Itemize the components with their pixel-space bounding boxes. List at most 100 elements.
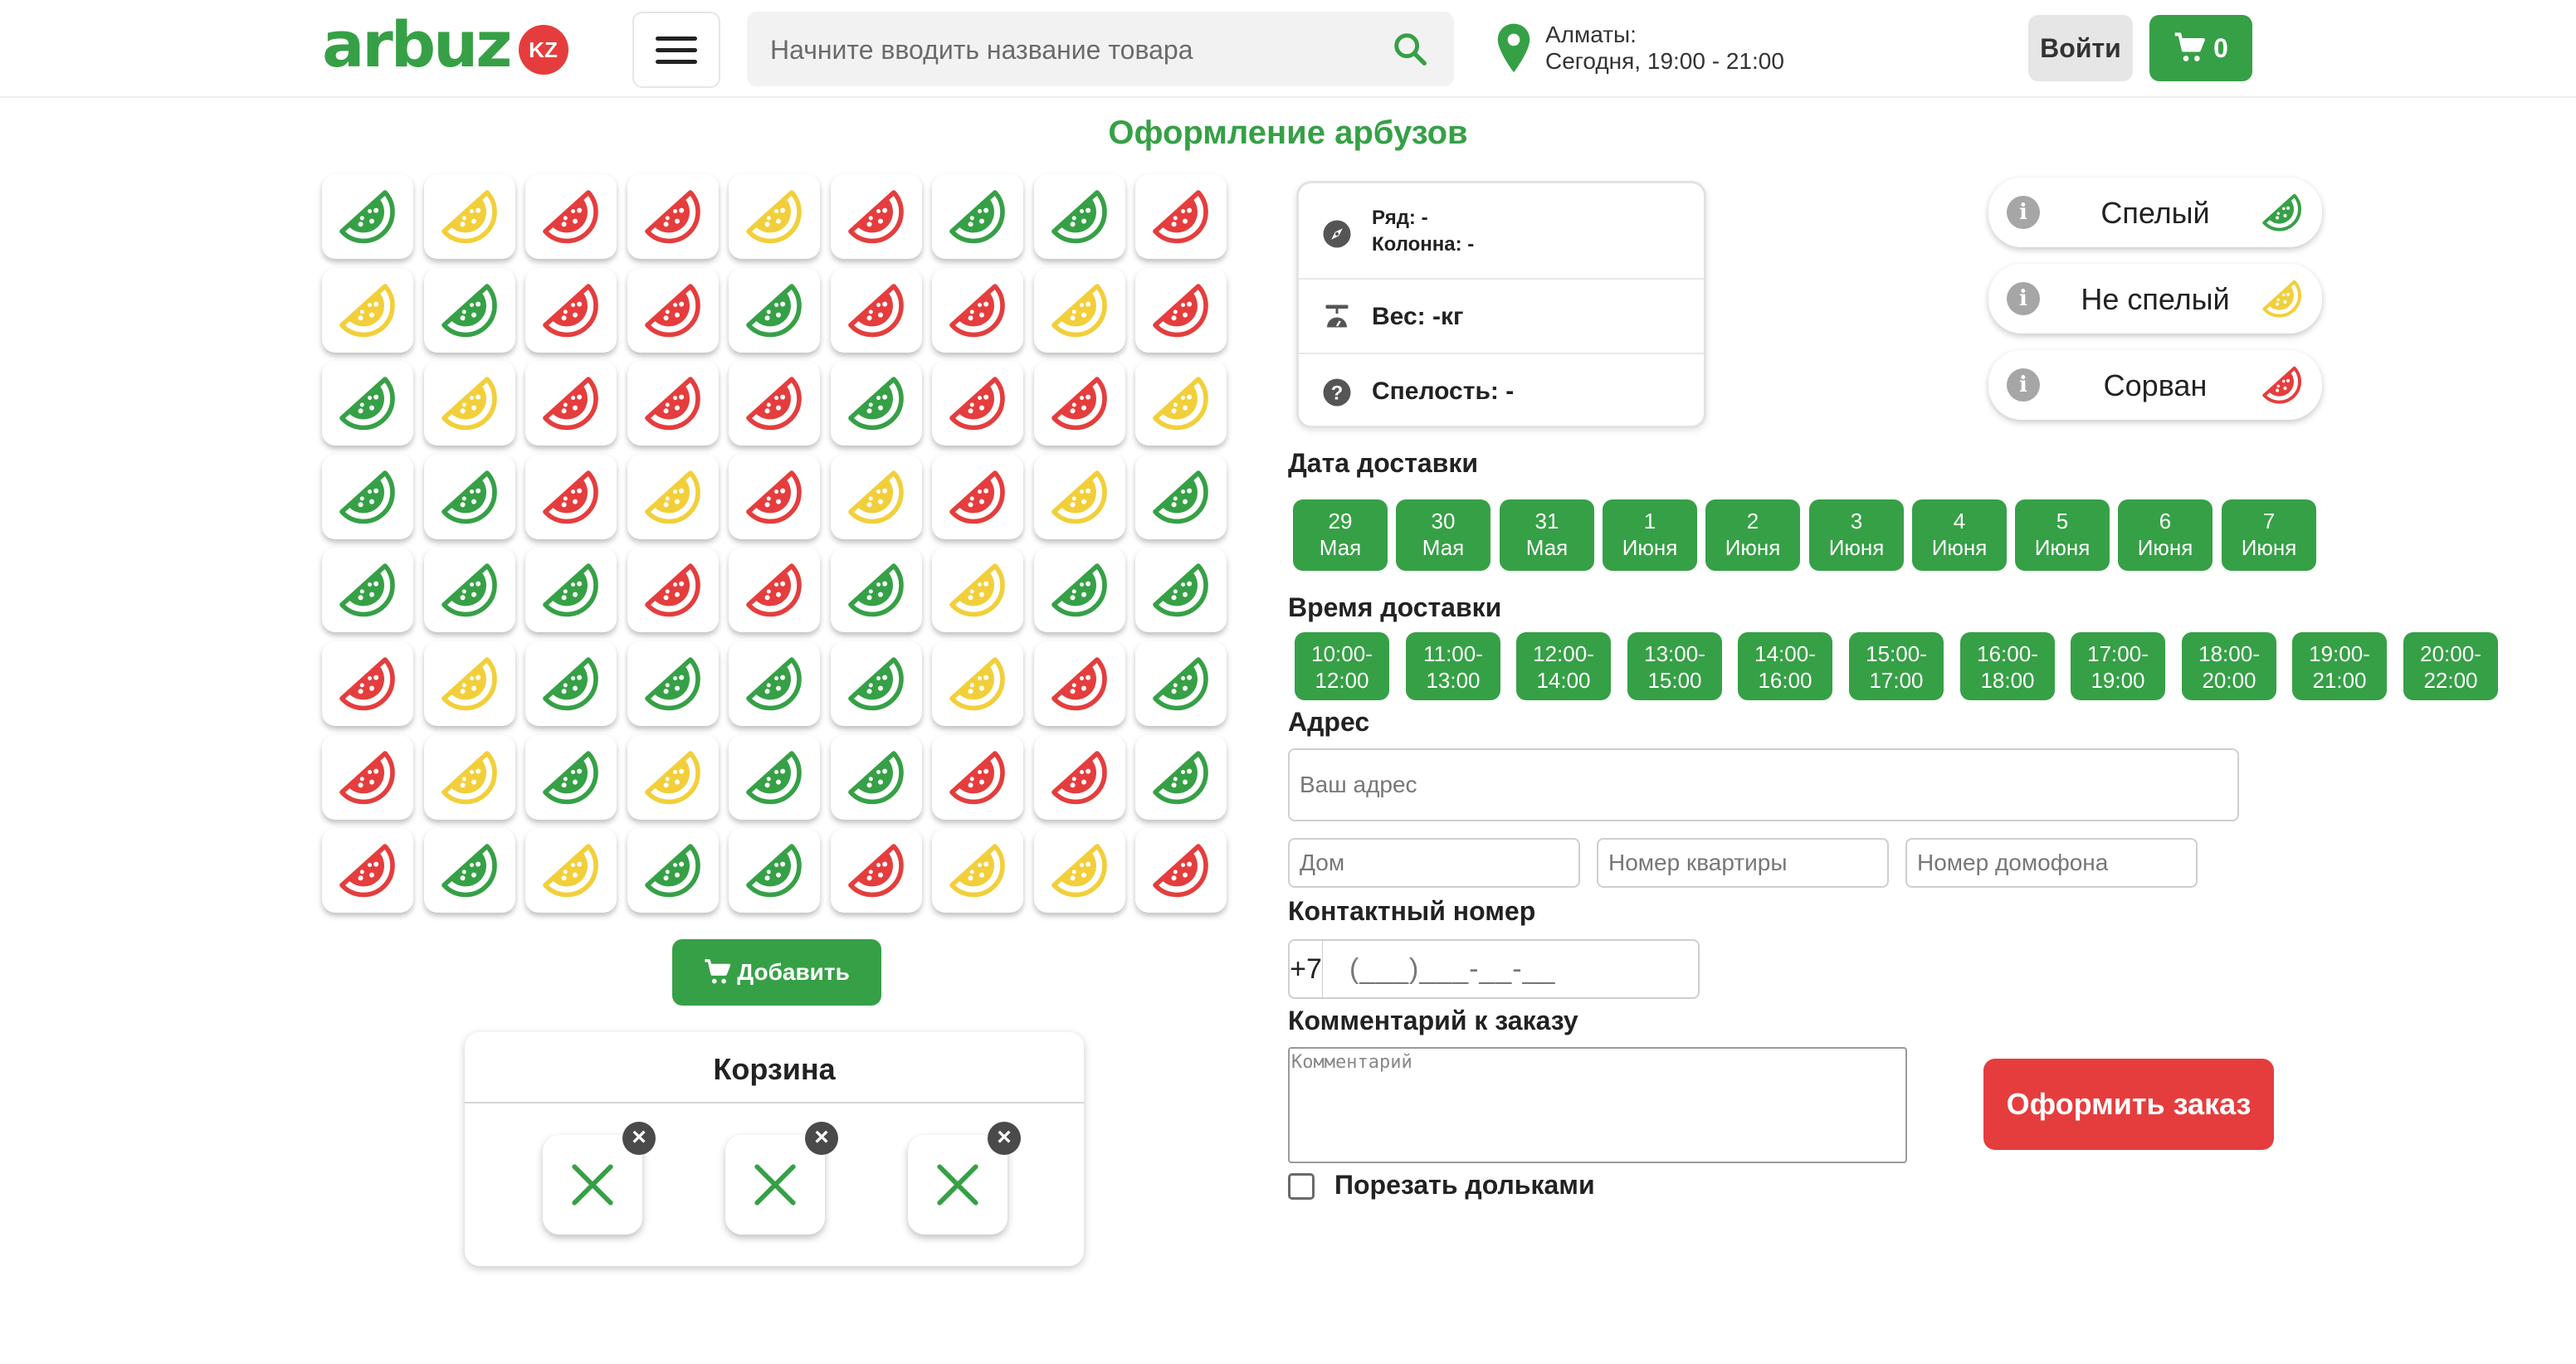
cart-button[interactable]: 0 [2149, 15, 2252, 81]
melon-cell[interactable] [322, 828, 413, 913]
delivery-date-chip[interactable]: 29 Мая [1293, 499, 1388, 571]
melon-cell[interactable] [627, 361, 719, 446]
melon-cell[interactable] [1135, 361, 1227, 446]
delivery-time-chip[interactable]: 10:00- 12:00 [1295, 632, 1389, 700]
delivery-date-chip[interactable]: 7 Июня [2222, 499, 2316, 571]
order-comment-textarea[interactable]: Комментарий [1288, 1047, 1907, 1163]
melon-cell[interactable] [1034, 174, 1125, 259]
delivery-date-chip[interactable]: 3 Июня [1809, 499, 1904, 571]
delivery-time-chip[interactable]: 16:00- 18:00 [1960, 632, 2055, 700]
melon-cell[interactable] [831, 174, 922, 259]
melon-cell[interactable] [424, 548, 515, 632]
remove-slot-icon[interactable]: × [622, 1122, 656, 1155]
place-order-button[interactable]: Оформить заказ [1983, 1059, 2274, 1150]
melon-cell[interactable] [627, 735, 719, 820]
melon-cell[interactable] [424, 361, 515, 446]
melon-cell[interactable] [831, 455, 922, 539]
cut-slices-label[interactable]: Порезать дольками [1334, 1170, 1595, 1201]
melon-cell[interactable] [1135, 455, 1227, 539]
info-icon[interactable]: i [2007, 368, 2040, 402]
intercom-input[interactable]: Номер домофона [1905, 838, 2198, 888]
melon-cell[interactable] [729, 455, 820, 539]
location-city[interactable]: Алматы: [1545, 22, 1637, 48]
melon-cell[interactable] [932, 361, 1023, 446]
melon-cell[interactable] [1034, 641, 1125, 726]
melon-cell[interactable] [322, 361, 413, 446]
remove-slot-icon[interactable]: × [988, 1122, 1021, 1155]
delivery-time-chip[interactable]: 18:00- 20:00 [2182, 632, 2276, 700]
melon-cell[interactable] [932, 174, 1023, 259]
apartment-input[interactable]: Номер квартиры [1597, 838, 1889, 888]
melon-cell[interactable] [424, 828, 515, 913]
melon-cell[interactable] [322, 268, 413, 353]
melon-cell[interactable] [627, 641, 719, 726]
info-icon[interactable]: i [2007, 196, 2040, 229]
melon-cell[interactable] [322, 548, 413, 632]
melon-cell[interactable] [627, 828, 719, 913]
location-pin-icon[interactable] [1495, 22, 1532, 75]
info-icon[interactable]: i [2007, 282, 2040, 315]
melon-cell[interactable] [322, 735, 413, 820]
melon-cell[interactable] [932, 641, 1023, 726]
melon-cell[interactable] [831, 828, 922, 913]
melon-cell[interactable] [1135, 828, 1227, 913]
melon-cell[interactable] [932, 455, 1023, 539]
delivery-date-chip[interactable]: 2 Июня [1705, 499, 1800, 571]
melon-cell[interactable] [831, 361, 922, 446]
melon-cell[interactable] [424, 455, 515, 539]
search-input[interactable]: Начните вводить название товара [747, 12, 1454, 86]
melon-cell[interactable] [627, 455, 719, 539]
melon-cell[interactable] [729, 828, 820, 913]
delivery-time-chip[interactable]: 12:00- 14:00 [1516, 632, 1611, 700]
hamburger-menu-button[interactable] [632, 12, 720, 88]
melon-cell[interactable] [627, 174, 719, 259]
melon-cell[interactable] [831, 641, 922, 726]
melon-cell[interactable] [729, 548, 820, 632]
melon-cell[interactable] [627, 548, 719, 632]
melon-cell[interactable] [525, 174, 617, 259]
melon-cell[interactable] [932, 828, 1023, 913]
basket-empty-slot[interactable]: × [725, 1122, 838, 1235]
melon-cell[interactable] [729, 268, 820, 353]
melon-cell[interactable] [729, 641, 820, 726]
melon-cell[interactable] [424, 641, 515, 726]
melon-cell[interactable] [322, 455, 413, 539]
melon-cell[interactable] [525, 361, 617, 446]
delivery-date-chip[interactable]: 30 Мая [1396, 499, 1490, 571]
melon-cell[interactable] [729, 361, 820, 446]
melon-cell[interactable] [729, 174, 820, 259]
delivery-date-chip[interactable]: 31 Мая [1500, 499, 1594, 571]
melon-cell[interactable] [1034, 828, 1125, 913]
delivery-time-chip[interactable]: 14:00- 16:00 [1738, 632, 1832, 700]
melon-cell[interactable] [1135, 268, 1227, 353]
melon-cell[interactable] [932, 268, 1023, 353]
address-input[interactable]: Ваш адрес [1288, 748, 2239, 821]
melon-cell[interactable] [831, 268, 922, 353]
melon-cell[interactable] [932, 548, 1023, 632]
melon-cell[interactable] [831, 548, 922, 632]
phone-input[interactable]: (___)___-__-__ [1323, 939, 1700, 999]
melon-cell[interactable] [525, 548, 617, 632]
melon-cell[interactable] [1034, 268, 1125, 353]
melon-cell[interactable] [1034, 455, 1125, 539]
add-to-basket-button[interactable]: Добавить [672, 939, 881, 1006]
delivery-time-chip[interactable]: 11:00- 13:00 [1406, 632, 1500, 700]
melon-cell[interactable] [424, 268, 515, 353]
melon-cell[interactable] [1034, 735, 1125, 820]
melon-cell[interactable] [525, 641, 617, 726]
delivery-time-chip[interactable]: 15:00- 17:00 [1849, 632, 1944, 700]
melon-cell[interactable] [1135, 174, 1227, 259]
search-icon[interactable] [1391, 30, 1429, 68]
login-button[interactable]: Войти [2028, 15, 2133, 81]
delivery-time-chip[interactable]: 13:00- 15:00 [1627, 632, 1722, 700]
delivery-time-chip[interactable]: 19:00- 21:00 [2292, 632, 2387, 700]
melon-cell[interactable] [831, 735, 922, 820]
melon-cell[interactable] [1135, 548, 1227, 632]
delivery-time-chip[interactable]: 17:00- 19:00 [2071, 632, 2165, 700]
melon-cell[interactable] [525, 455, 617, 539]
melon-cell[interactable] [525, 828, 617, 913]
delivery-date-chip[interactable]: 4 Июня [1912, 499, 2007, 571]
melon-cell[interactable] [1034, 548, 1125, 632]
delivery-date-chip[interactable]: 5 Июня [2015, 499, 2110, 571]
cut-slices-checkbox[interactable] [1288, 1173, 1315, 1200]
